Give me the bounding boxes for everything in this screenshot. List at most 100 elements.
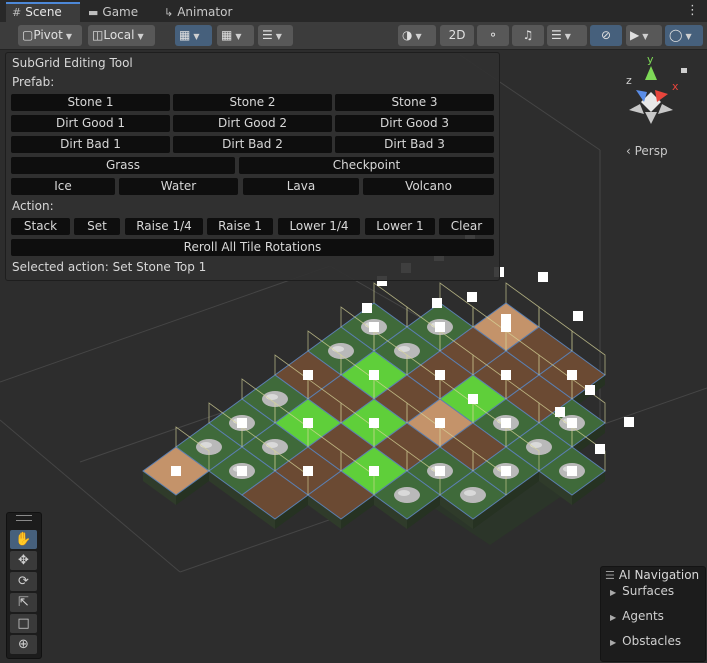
tab-label: Game <box>102 5 139 19</box>
scene-visibility-toggle[interactable]: ⊘ <box>590 25 622 46</box>
tab-label: Animator <box>177 5 233 19</box>
action-set-button[interactable]: Set <box>74 218 120 235</box>
tile-marker[interactable] <box>624 417 634 427</box>
tab-game[interactable]: ▬ Game <box>82 2 156 22</box>
increment-snap-toggle[interactable]: ☰ ▼ <box>258 25 293 46</box>
action-clear-button[interactable]: Clear <box>439 218 494 235</box>
audio-toggle[interactable]: ♫ <box>512 25 544 46</box>
pivot-dropdown[interactable]: ▢Pivot ▼ <box>18 25 82 46</box>
gizmos-dropdown[interactable]: ◯ ▼ <box>665 25 703 46</box>
ruler-icon: ☰ <box>262 28 273 42</box>
rotate-tool-button[interactable]: ⟳ <box>10 572 37 591</box>
tile-marker[interactable] <box>573 311 583 321</box>
chevron-down-icon: ▼ <box>415 32 422 41</box>
tile-marker[interactable] <box>567 370 577 380</box>
tile-marker[interactable] <box>369 466 379 476</box>
prefab-dirt-bad-3-button[interactable]: Dirt Bad 3 <box>335 136 494 153</box>
prefab-dirt-bad-2-button[interactable]: Dirt Bad 2 <box>173 136 332 153</box>
action-stack-button[interactable]: Stack <box>11 218 70 235</box>
action-raise-quarter-button[interactable]: Raise 1/4 <box>125 218 203 235</box>
tile-marker[interactable] <box>303 370 313 380</box>
tile-marker[interactable] <box>303 466 313 476</box>
effects-dropdown[interactable]: ☰ ▼ <box>547 25 587 46</box>
tile-marker[interactable] <box>171 466 181 476</box>
transform-tool-button[interactable]: ⊕ <box>10 635 37 654</box>
prefab-dirt-good-1-button[interactable]: Dirt Good 1 <box>11 115 170 132</box>
tile-marker[interactable] <box>567 418 577 428</box>
prefab-grass-button[interactable]: Grass <box>11 157 235 174</box>
prefab-checkpoint-button[interactable]: Checkpoint <box>239 157 494 174</box>
grid-snap-toggle[interactable]: ▦ ▼ <box>175 25 212 46</box>
prefab-water-button[interactable]: Water <box>119 178 238 195</box>
ai-nav-item-obstacles[interactable]: ▶ Obstacles <box>610 634 681 648</box>
tile-marker[interactable] <box>567 466 577 476</box>
ai-navigation-header[interactable]: ☰ AI Navigation <box>605 568 699 582</box>
chevron-down-icon: ▼ <box>642 32 649 41</box>
prefab-dirt-good-3-button[interactable]: Dirt Good 3 <box>335 115 494 132</box>
tile-marker[interactable] <box>369 322 379 332</box>
tile-marker[interactable] <box>362 303 372 313</box>
ai-nav-item-agents[interactable]: ▶ Agents <box>610 609 664 623</box>
chevron-down-icon: ▼ <box>137 32 144 41</box>
action-lower-quarter-button[interactable]: Lower 1/4 <box>278 218 360 235</box>
tile-marker[interactable] <box>435 418 445 428</box>
tile-marker[interactable] <box>555 407 565 417</box>
prefab-volcano-button[interactable]: Volcano <box>363 178 494 195</box>
expand-triangle-icon: ▶ <box>610 638 617 647</box>
tile-marker[interactable] <box>467 292 477 302</box>
hand-tool-button[interactable]: ✋ <box>10 530 37 549</box>
action-lower-1-button[interactable]: Lower 1 <box>365 218 435 235</box>
tile-marker[interactable] <box>501 466 511 476</box>
tile-marker[interactable] <box>595 444 605 454</box>
prefab-dirt-good-2-button[interactable]: Dirt Good 2 <box>173 115 332 132</box>
local-dropdown[interactable]: ◫Local ▼ <box>88 25 155 46</box>
toggle-2d-button[interactable]: 2D <box>440 25 474 46</box>
tile-marker[interactable] <box>501 370 511 380</box>
tile-marker[interactable] <box>468 394 478 404</box>
ai-navigation-overlay: ☰ AI Navigation ▶ Surfaces ▶ Agents ▶ Obstac… <box>600 566 706 662</box>
lightbulb-icon: ⚬ <box>487 28 499 42</box>
scale-tool-button[interactable]: ⇱ <box>10 593 37 612</box>
ai-nav-item-surfaces[interactable]: ▶ Surfaces <box>610 584 674 598</box>
camera-dropdown[interactable]: ▶ ▼ <box>626 25 662 46</box>
tile-marker[interactable] <box>538 272 548 282</box>
grid-visibility-toggle[interactable]: ▦ ▼ <box>217 25 254 46</box>
tile-marker[interactable] <box>432 298 442 308</box>
rock-highlight <box>398 346 410 352</box>
prefab-dirt-bad-1-button[interactable]: Dirt Bad 1 <box>11 136 170 153</box>
lighting-toggle[interactable]: ⚬ <box>477 25 509 46</box>
action-raise-1-button[interactable]: Raise 1 <box>207 218 273 235</box>
move-icon: ✥ <box>18 553 29 568</box>
tile-marker[interactable] <box>237 466 247 476</box>
tile-marker[interactable] <box>369 418 379 428</box>
projection-toggle[interactable]: ‹ Persp <box>626 144 668 158</box>
prefab-lava-button[interactable]: Lava <box>243 178 359 195</box>
tile-marker[interactable] <box>303 418 313 428</box>
move-tool-button[interactable]: ✥ <box>10 551 37 570</box>
overlay-grip-icon[interactable] <box>16 515 32 521</box>
camera-icon: ▶ <box>630 28 640 42</box>
chevron-down-icon: ▼ <box>685 32 692 41</box>
tile-marker[interactable] <box>585 385 595 395</box>
tab-animator[interactable]: ↳ Animator <box>158 2 242 22</box>
grid-visibility-icon: ▦ <box>221 28 233 42</box>
prefab-stone-1-button[interactable]: Stone 1 <box>11 94 170 111</box>
rect-tool-button[interactable]: □ <box>10 614 37 633</box>
tile-marker[interactable] <box>501 314 511 324</box>
tile-marker[interactable] <box>369 370 379 380</box>
subgrid-editing-tool-panel: SubGrid Editing Tool Prefab: Stone 1 Sto… <box>5 52 500 281</box>
prefab-stone-3-button[interactable]: Stone 3 <box>335 94 494 111</box>
prefab-ice-button[interactable]: Ice <box>11 178 115 195</box>
chevron-down-icon: ▼ <box>564 32 571 41</box>
tab-scene[interactable]: # Scene <box>6 2 80 22</box>
more-options-icon[interactable]: ⋮ <box>686 3 699 18</box>
prefab-stone-2-button[interactable]: Stone 2 <box>173 94 332 111</box>
chevron-down-icon: ▼ <box>275 32 282 41</box>
tile-marker[interactable] <box>501 418 511 428</box>
tile-marker[interactable] <box>237 418 247 428</box>
tile-marker[interactable] <box>435 370 445 380</box>
shading-mode-dropdown[interactable]: ◑ ▼ <box>398 25 436 46</box>
tile-marker[interactable] <box>435 322 445 332</box>
reroll-all-tile-rotations-button[interactable]: Reroll All Tile Rotations <box>11 239 494 256</box>
tile-marker[interactable] <box>435 466 445 476</box>
